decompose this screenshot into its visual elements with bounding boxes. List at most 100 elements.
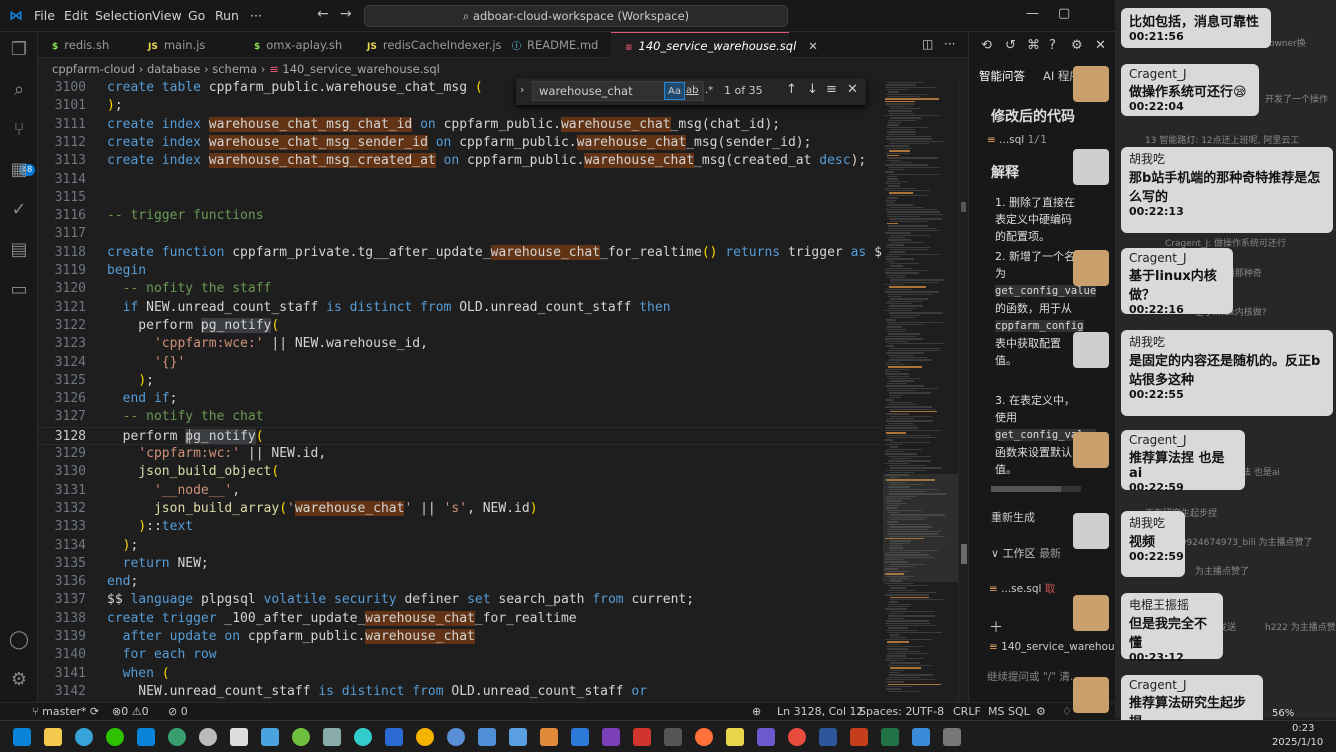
code-line[interactable]: 3134 );	[38, 537, 883, 555]
app-icon[interactable]	[261, 728, 279, 746]
explorer-icon[interactable]: ❐	[0, 32, 38, 68]
app-icon[interactable]	[633, 728, 651, 746]
wechat-icon[interactable]	[106, 728, 124, 746]
code-line[interactable]: 3113 create index warehouse_chat_msg_crea…	[38, 152, 883, 170]
search-icon[interactable]: ⌕	[0, 72, 38, 108]
app-icon[interactable]	[943, 728, 961, 746]
powerpoint-icon[interactable]	[850, 728, 868, 746]
code-file-ref[interactable]: ≡ ...sql 1/1	[987, 134, 1047, 146]
back-arrow-icon[interactable]: ←	[317, 6, 329, 22]
file-explorer-icon[interactable]	[44, 728, 62, 746]
code-line[interactable]: 3119 begin	[38, 262, 883, 280]
tab-main-js[interactable]: JS main.js	[134, 32, 240, 58]
account-icon[interactable]: ◯	[0, 622, 38, 658]
tab-140-service-warehouse[interactable]: ≡ 140_service_warehouse.sql ✕	[611, 32, 818, 58]
code-line[interactable]: 3137 $$ language plpgsql volatile securit…	[38, 591, 883, 609]
code-line[interactable]: 3117	[38, 225, 883, 243]
tab-redis-cache-indexer[interactable]: JS redisCacheIndexer.js	[353, 32, 502, 58]
ports-status[interactable]: ⊘ 0	[168, 703, 188, 721]
app-icon[interactable]	[447, 728, 465, 746]
code-line[interactable]: 3141 when (	[38, 665, 883, 683]
code-line[interactable]: 3138 create trigger _100_after_update_war…	[38, 610, 883, 628]
close-icon[interactable]: ✕	[1095, 38, 1106, 53]
code-line[interactable]: 3135 return NEW;	[38, 555, 883, 573]
app-icon[interactable]	[323, 728, 341, 746]
scrollbar-thumb[interactable]	[961, 544, 967, 564]
firefox-icon[interactable]	[695, 728, 713, 746]
workspace-section[interactable]: ∨ 工作区 最新	[991, 545, 1061, 561]
tab-readme[interactable]: ⓘ README.md	[498, 32, 611, 58]
tab-omx-aplay[interactable]: $ omx-aplay.sh	[240, 32, 353, 58]
app-icon[interactable]	[354, 728, 372, 746]
app-icon[interactable]	[571, 728, 589, 746]
menu-file[interactable]: File	[34, 0, 55, 32]
more-actions-icon[interactable]: ···	[944, 37, 955, 51]
code-line[interactable]: 3124 '{}'	[38, 354, 883, 372]
edge-browser-icon[interactable]	[75, 728, 93, 746]
history-icon[interactable]: ↺	[1005, 38, 1016, 53]
code-line[interactable]: 3114	[38, 171, 883, 189]
app-icon[interactable]	[912, 728, 930, 746]
split-editor-icon[interactable]: ◫	[922, 37, 933, 51]
breadcrumb-item[interactable]: cppfarm-cloud	[52, 62, 135, 76]
app-icon[interactable]	[757, 728, 775, 746]
notifications-icon[interactable]: ♢	[1062, 703, 1072, 721]
copilot-icon[interactable]: ⚙	[1036, 703, 1046, 721]
code-line[interactable]: 3126 end if;	[38, 390, 883, 408]
indentation[interactable]: Spaces: 2	[859, 703, 912, 721]
app-icon[interactable]	[385, 728, 403, 746]
code-line[interactable]: 3133 )::text	[38, 518, 883, 536]
excel-icon[interactable]	[881, 728, 899, 746]
language-mode[interactable]: MS SQL	[988, 703, 1030, 721]
settings-gear-icon[interactable]: ⚙	[0, 662, 38, 698]
code-line[interactable]: 3140 for each row	[38, 646, 883, 664]
help-icon[interactable]: ?	[1049, 38, 1056, 53]
toggle-replace-icon[interactable]: ›	[520, 83, 524, 96]
menu-edit[interactable]: Edit	[64, 0, 88, 32]
testing-icon[interactable]: ✓	[0, 192, 38, 228]
horizontal-scrollbar[interactable]	[991, 486, 1081, 492]
match-case-toggle[interactable]: Aa	[664, 82, 685, 100]
code-line[interactable]: 3131 '__node__',	[38, 482, 883, 500]
code-line[interactable]: 3123 'cppfarm:wce:' || NEW.warehouse_id,	[38, 335, 883, 353]
feedback-icon[interactable]: ⌘	[1027, 38, 1040, 53]
app-icon[interactable]	[199, 728, 217, 746]
chat-icon[interactable]: ▭	[0, 272, 38, 308]
editor-scrollbar[interactable]	[958, 78, 968, 702]
regex-toggle[interactable]: .*	[702, 82, 716, 100]
code-line[interactable]: 3112 create index warehouse_chat_msg_send…	[38, 134, 883, 152]
code-line[interactable]: 3139 after update on cppfarm_public.ware…	[38, 628, 883, 646]
close-find-icon[interactable]: ✕	[847, 82, 858, 97]
code-line[interactable]: 3125 );	[38, 372, 883, 390]
windows-start-icon[interactable]	[13, 728, 31, 746]
app-icon[interactable]	[292, 728, 310, 746]
menu-selection[interactable]: Selection	[95, 0, 153, 32]
code-line[interactable]: 3136 end;	[38, 573, 883, 591]
app-icon[interactable]	[726, 728, 744, 746]
code-editor[interactable]: 3100 create table cppfarm_public.warehous…	[38, 78, 883, 702]
word-icon[interactable]	[819, 728, 837, 746]
problems-status[interactable]: ⊗0 ⚠0	[112, 703, 149, 721]
prompt-input[interactable]: 继续提问或 "/" 清...	[987, 669, 1080, 684]
close-icon[interactable]: ✕	[808, 39, 818, 53]
command-center[interactable]: ⌕ adboar-cloud-workspace (Workspace)	[364, 5, 788, 27]
vscode-taskbar-icon[interactable]	[137, 728, 155, 746]
menu-view[interactable]: View	[152, 0, 182, 32]
code-line[interactable]: 3111 create index warehouse_chat_msg_chat…	[38, 116, 883, 134]
app-icon[interactable]	[664, 728, 682, 746]
menu-go[interactable]: Go	[188, 0, 205, 32]
previous-match-icon[interactable]: ↑	[786, 82, 797, 97]
tab-redis-sh[interactable]: $ redis.sh	[38, 32, 134, 58]
breadcrumb-item[interactable]: 140_service_warehouse.sql	[282, 62, 439, 76]
app-icon[interactable]	[509, 728, 527, 746]
regenerate-button[interactable]: 重新生成	[991, 509, 1035, 525]
forward-arrow-icon[interactable]: →	[340, 6, 352, 22]
add-icon[interactable]: ＋	[989, 617, 1003, 637]
app-icon[interactable]	[168, 728, 186, 746]
assistant-icon[interactable]: ⟲	[981, 38, 992, 53]
app-icon[interactable]	[788, 728, 806, 746]
breadcrumb-item[interactable]: schema	[212, 62, 257, 76]
maximize-icon[interactable]: ▢	[1058, 6, 1070, 21]
encoding[interactable]: UTF-8	[912, 703, 944, 721]
code-line[interactable]: 3118 create function cppfarm_private.tg__…	[38, 244, 883, 262]
